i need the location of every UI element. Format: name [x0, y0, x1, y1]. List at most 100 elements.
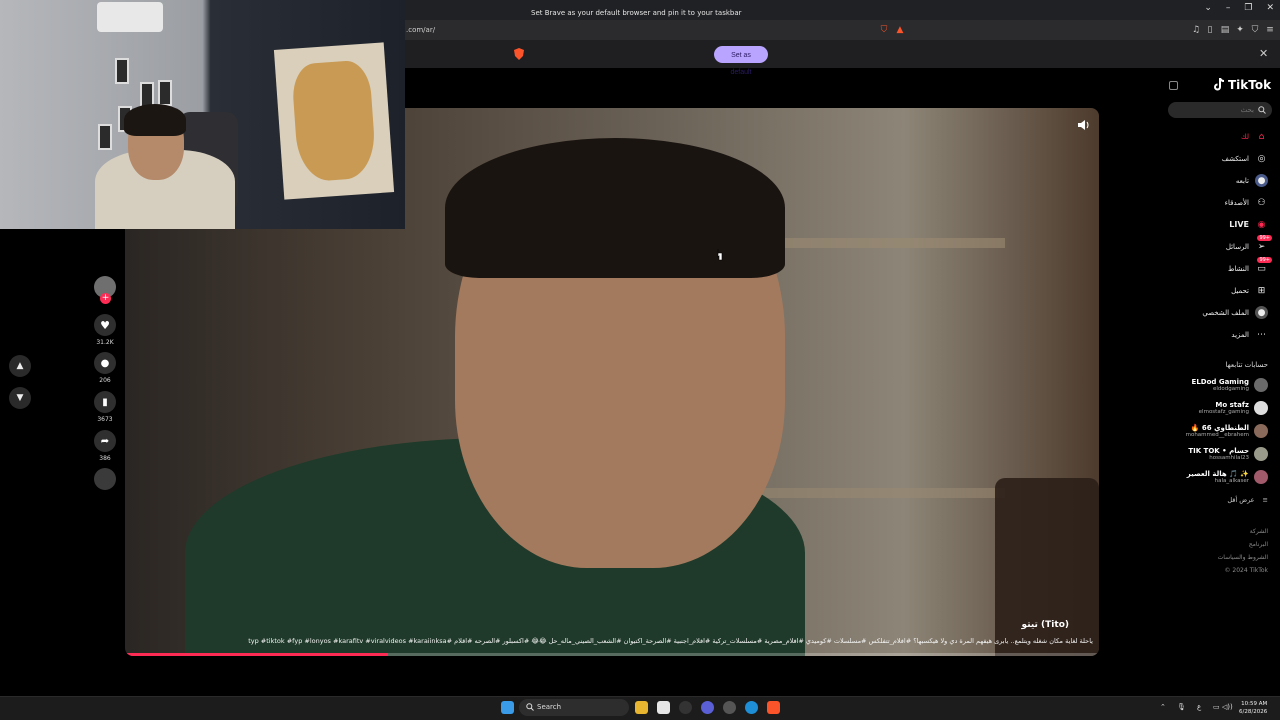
- account-name: TIK TOK • حسام: [1188, 447, 1249, 455]
- set-default-button[interactable]: Set as default: [714, 46, 768, 76]
- compass-icon: ◎: [1257, 153, 1266, 164]
- messages-badge: 99+: [1257, 235, 1272, 241]
- collapse-sidebar-icon[interactable]: [1169, 81, 1178, 90]
- search-input[interactable]: [1168, 102, 1272, 118]
- messages-icon: ➢ 99+: [1257, 235, 1272, 252]
- nav-profile[interactable]: الملف الشخصي ●: [1202, 306, 1268, 319]
- nav-upload[interactable]: تحميل ⊞: [1231, 284, 1268, 297]
- nav-label: الملف الشخصي: [1202, 308, 1249, 317]
- nav-messages[interactable]: الرسائل ➢ 99+: [1225, 235, 1272, 253]
- search-icon[interactable]: [1258, 106, 1266, 114]
- following-account[interactable]: ELDod Gaming eldodgaming: [1192, 378, 1268, 392]
- account-handle: mohammed__ebrahem: [1185, 432, 1249, 438]
- account-handle: elmostafz_gaming: [1198, 409, 1249, 415]
- language-indicator[interactable]: ع: [1197, 703, 1201, 711]
- nav-explore[interactable]: استكشف ◎: [1222, 152, 1268, 165]
- close-banner-icon[interactable]: ✕: [1259, 47, 1268, 60]
- more-icon: ⋯: [1257, 329, 1266, 340]
- following-account[interactable]: هالة العصير 🎵 ✨ hala_alkaser: [1187, 470, 1268, 484]
- nav-for-you[interactable]: لك ⌂: [1241, 130, 1268, 143]
- edge-icon[interactable]: [745, 701, 758, 714]
- footer-link[interactable]: الشركة: [1250, 528, 1268, 535]
- like-action[interactable]: ♥ 31.2K: [94, 314, 116, 346]
- previous-video-button[interactable]: ▲: [9, 355, 31, 377]
- taskbar-clock[interactable]: 10:59 AM 6/28/2026: [1239, 700, 1267, 716]
- profile-icon: ●: [1255, 306, 1268, 319]
- taskbar-time: 10:59 AM: [1241, 701, 1268, 707]
- music-disc-icon[interactable]: [94, 468, 116, 490]
- app-icon[interactable]: [701, 701, 714, 714]
- nav-live[interactable]: LIVE ◉: [1229, 218, 1268, 231]
- nav-label: الرسائل: [1225, 242, 1249, 251]
- comment-action[interactable]: ● 206: [94, 352, 116, 384]
- taskbar-search[interactable]: Search: [519, 699, 629, 716]
- share-icon: ➦: [100, 435, 110, 447]
- video-caption: ياحلة لغاية مكان شغله ويتلمع.. يابرى هيف…: [248, 637, 1093, 645]
- following-account[interactable]: TIK TOK • حسام hossamhilal23: [1188, 447, 1268, 461]
- nav-label: لك: [1240, 132, 1249, 141]
- nav-following[interactable]: تابعه ●: [1236, 174, 1268, 187]
- app-icon[interactable]: [679, 701, 692, 714]
- banner-message: Set Brave as your default browser and pi…: [531, 9, 742, 17]
- brave-rewards-icon[interactable]: ▲: [894, 24, 906, 36]
- see-less-button[interactable]: عرض أقل ≡: [1227, 496, 1268, 504]
- close-window-icon[interactable]: ✕: [1266, 3, 1274, 13]
- next-video-button[interactable]: ▼: [9, 387, 31, 409]
- friends-icon: ⚇: [1257, 197, 1266, 208]
- webcam-hair: [124, 104, 186, 136]
- network-volume-icon[interactable]: ▭ ◁)): [1213, 703, 1233, 711]
- start-icon[interactable]: [501, 701, 514, 714]
- media-icon[interactable]: ♫: [1190, 24, 1202, 36]
- store-icon[interactable]: [657, 701, 670, 714]
- minimize-icon[interactable]: –: [1226, 3, 1231, 13]
- account-name: Mo stafz: [1215, 401, 1249, 409]
- brave-icon[interactable]: [767, 701, 780, 714]
- nav-more[interactable]: المزيد ⋯: [1231, 328, 1268, 341]
- sidebar-toggle-icon[interactable]: ▯: [1204, 24, 1216, 36]
- tiktok-logo[interactable]: TikTok: [1228, 78, 1271, 92]
- webcam-frame: [115, 58, 129, 84]
- home-icon: ⌂: [1258, 131, 1265, 142]
- footer-link[interactable]: الشروط والسياسات: [1218, 554, 1268, 561]
- share-action[interactable]: ➦ 386: [94, 430, 116, 462]
- volume-icon[interactable]: [1076, 118, 1090, 132]
- following-account[interactable]: Mo stafz elmostafz_gaming: [1199, 401, 1268, 415]
- app-icon[interactable]: [723, 701, 736, 714]
- nav-label: المزيد: [1231, 330, 1249, 339]
- tray-chevron-icon[interactable]: ⌃: [1160, 703, 1166, 711]
- search-icon: [526, 703, 534, 711]
- video-title[interactable]: تيتو (Tito): [1022, 620, 1069, 630]
- brave-logo-icon: [514, 48, 524, 60]
- video-progress-bar[interactable]: [125, 653, 1099, 656]
- nav-friends[interactable]: الأصدقاء ⚇: [1225, 196, 1268, 209]
- extensions-icon[interactable]: ✦: [1234, 24, 1246, 36]
- nav-activity[interactable]: النشاط ▭ 99+: [1227, 257, 1272, 275]
- account-avatar: [1254, 447, 1268, 461]
- account-handle: hossamhilal23: [1209, 455, 1249, 461]
- maximize-icon[interactable]: ❐: [1244, 3, 1252, 13]
- nav-label: النشاط: [1227, 264, 1249, 273]
- menu-icon[interactable]: ≡: [1264, 24, 1276, 36]
- comment-icon: ●: [100, 357, 110, 369]
- bookmark-icon: ▮: [102, 396, 108, 408]
- see-less-label: عرض أقل: [1227, 496, 1255, 504]
- following-accounts-header: حسابات تتابعها: [1225, 361, 1268, 369]
- wallet-icon[interactable]: ▤: [1219, 24, 1231, 36]
- activity-icon: ▭ 99+: [1257, 257, 1272, 274]
- vpn-icon[interactable]: ⛉: [1249, 24, 1261, 36]
- follow-plus-icon[interactable]: +: [100, 293, 111, 304]
- activity-badge: 99+: [1257, 257, 1272, 263]
- save-action[interactable]: ▮ 3673: [94, 391, 116, 423]
- brave-shield-icon[interactable]: ⛉: [878, 24, 890, 36]
- nav-label: تابعه: [1235, 176, 1249, 185]
- url-field[interactable]: .com/ar/: [406, 23, 874, 37]
- following-account[interactable]: 🔥 الطنطاوي 66 mohammed__ebrahem: [1186, 424, 1268, 438]
- footer-link[interactable]: البرنامج: [1249, 541, 1268, 548]
- file-explorer-icon[interactable]: [635, 701, 648, 714]
- account-avatar: [1254, 424, 1268, 438]
- nav-label: الأصدقاء: [1224, 198, 1249, 207]
- tab-list-icon[interactable]: ⌄: [1204, 3, 1212, 13]
- tiktok-logo-icon: [1214, 78, 1225, 91]
- mic-icon[interactable]: 🎙: [1177, 703, 1186, 711]
- webcam-frame: [158, 80, 172, 106]
